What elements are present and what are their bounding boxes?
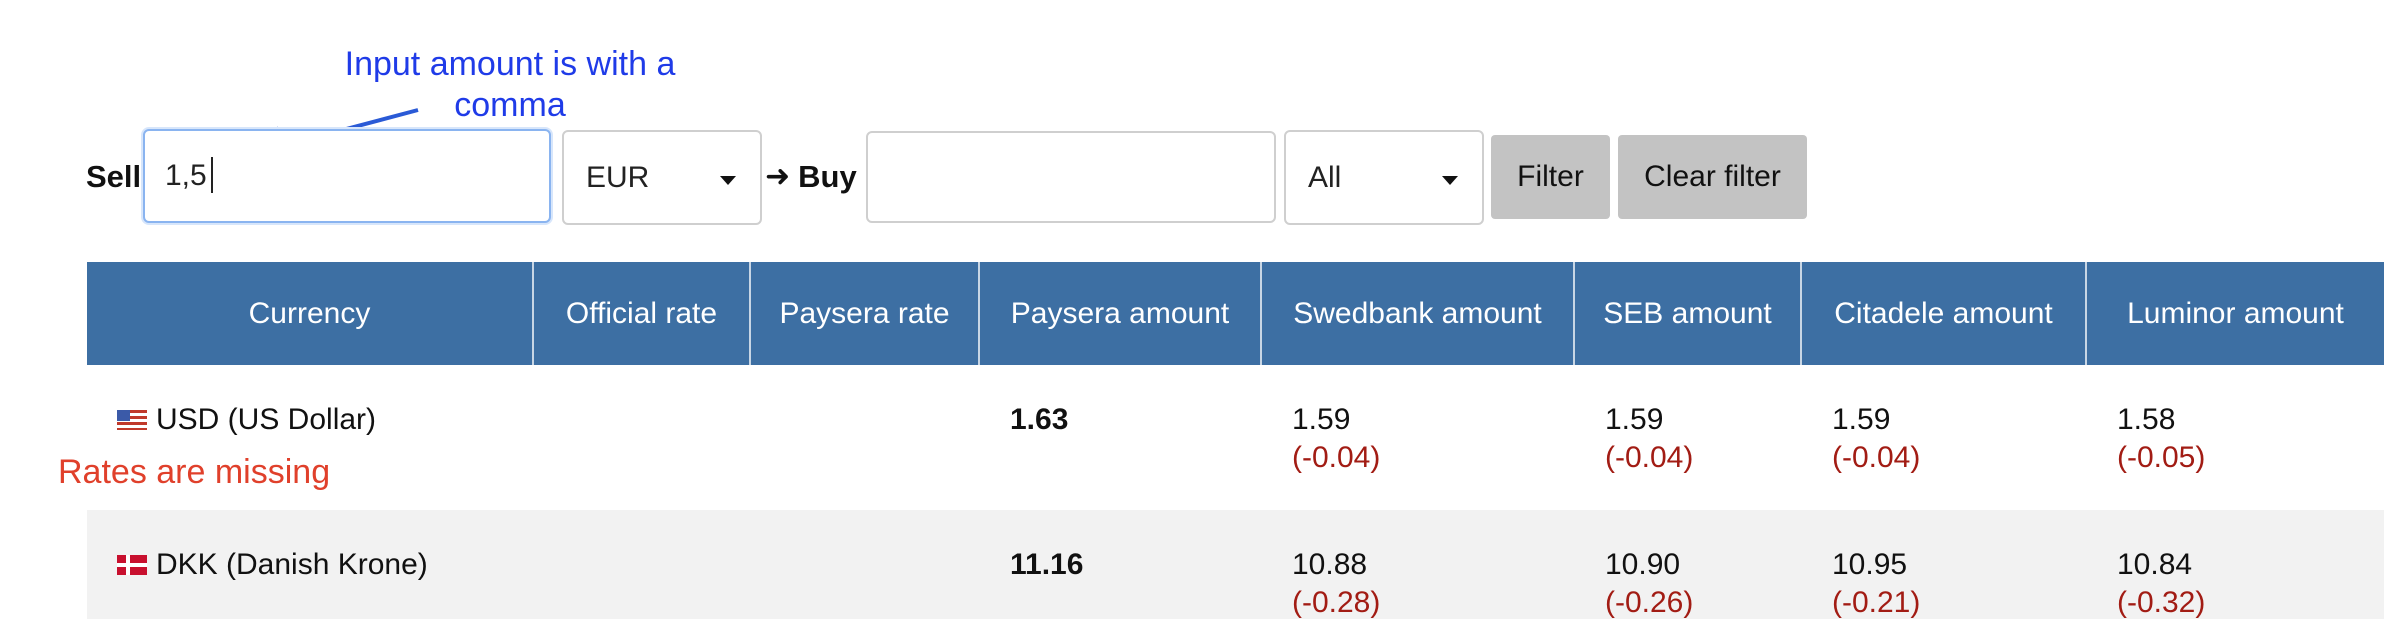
paysera-amount-cell: 1.63 [980,365,1262,510]
paysera-rate-cell [751,365,980,510]
currency-name: USD (US Dollar) [156,403,377,436]
rates-table: Currency Official rate Paysera rate Pays… [87,262,2384,619]
official-rate-cell [534,365,751,510]
swedbank-diff: (-0.04) [1292,441,1381,474]
luminor-amount: 10.84 [2117,548,2193,581]
seb-amount: 10.90 [1605,548,1681,581]
swedbank-amount: 1.59 [1292,403,1351,436]
buy-currency-select[interactable]: All [1284,130,1484,225]
luminor-amount-cell: 1.58 (-0.05) [2087,365,2384,510]
text-caret [211,157,213,193]
rates-missing-annotation: Rates are missing [58,453,331,491]
sell-label: Sell [86,159,142,194]
dk-flag-icon [117,555,147,575]
citadele-diff: (-0.21) [1832,586,1921,619]
clear-filter-button[interactable]: Clear filter [1618,135,1807,219]
luminor-amount-cell: 10.84 (-0.32) [2087,510,2384,619]
swedbank-amount: 10.88 [1292,548,1368,581]
citadele-amount: 10.95 [1832,548,1908,581]
citadele-diff: (-0.04) [1832,441,1921,474]
column-header-paysera-amount[interactable]: Paysera amount [980,262,1262,365]
buy-amount-input[interactable] [866,131,1276,223]
citadele-amount: 1.59 [1832,403,1891,436]
luminor-amount: 1.58 [2117,403,2176,436]
table-row: USD (US Dollar) 1.63 1.59 (-0.04) 1.59 (… [87,365,2384,510]
swedbank-amount-cell: 1.59 (-0.04) [1262,365,1575,510]
column-header-seb-amount[interactable]: SEB amount [1575,262,1802,365]
citadele-amount-cell: 1.59 (-0.04) [1802,365,2087,510]
filter-button[interactable]: Filter [1491,135,1610,219]
column-header-currency[interactable]: Currency [87,262,534,365]
table-row: DKK (Danish Krone) 11.16 10.88 (-0.28) 1… [87,510,2384,619]
seb-amount: 1.59 [1605,403,1664,436]
currency-name: DKK (Danish Krone) [156,548,428,581]
arrow-right-icon: ➜ [765,160,791,193]
paysera-rate-cell [751,510,980,619]
seb-amount-cell: 10.90 (-0.26) [1575,510,1802,619]
luminor-diff: (-0.32) [2117,586,2206,619]
buy-label-group: ➜ Buy [765,157,857,197]
luminor-diff: (-0.05) [2117,441,2206,474]
chevron-down-icon [1442,176,1458,185]
us-flag-icon [117,410,147,430]
column-header-luminor-amount[interactable]: Luminor amount [2087,262,2384,365]
paysera-amount: 1.63 [1010,403,1069,436]
citadele-amount-cell: 10.95 (-0.21) [1802,510,2087,619]
seb-diff: (-0.04) [1605,441,1694,474]
official-rate-cell [534,510,751,619]
currency-cell: DKK (Danish Krone) [87,510,534,619]
column-header-citadele-amount[interactable]: Citadele amount [1802,262,2087,365]
buy-label: Buy [798,159,857,194]
swedbank-diff: (-0.28) [1292,586,1381,619]
seb-amount-cell: 1.59 (-0.04) [1575,365,1802,510]
input-annotation-note: Input amount is with a comma [344,45,676,124]
column-header-paysera-rate[interactable]: Paysera rate [751,262,980,365]
sell-currency-select[interactable]: EUR [562,130,762,225]
sell-amount-input[interactable] [143,129,551,223]
paysera-amount-cell: 11.16 [980,510,1262,619]
column-header-swedbank-amount[interactable]: Swedbank amount [1262,262,1575,365]
paysera-amount: 11.16 [1010,548,1084,581]
swedbank-amount-cell: 10.88 (-0.28) [1262,510,1575,619]
chevron-down-icon [720,176,736,185]
sell-currency-value: EUR [586,160,650,194]
column-header-official-rate[interactable]: Official rate [534,262,751,365]
seb-diff: (-0.26) [1605,586,1694,619]
buy-currency-value: All [1308,160,1342,194]
table-header-row: Currency Official rate Paysera rate Pays… [87,262,2384,365]
